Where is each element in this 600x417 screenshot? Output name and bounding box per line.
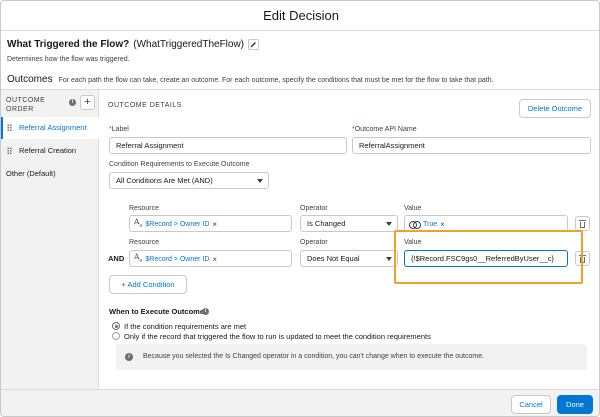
- resource-input[interactable]: Aa $Record > Owner ID ×: [129, 215, 292, 232]
- resource-label: Resource: [129, 239, 159, 246]
- outcome-item-referral-creation[interactable]: Referral Creation: [1, 140, 99, 162]
- notice-text: Because you selected the Is Changed oper…: [143, 353, 485, 360]
- pencil-icon: [250, 42, 256, 48]
- label-field-label: *Label: [109, 126, 129, 133]
- radio-if-met-label: If the condition requirements are met: [124, 322, 247, 331]
- chevron-down-icon: [386, 257, 392, 261]
- outcome-details-heading: OUTCOME DETAILS: [108, 102, 182, 109]
- element-label: What Triggered the Flow?: [7, 39, 130, 50]
- resource-label: Resource: [129, 205, 159, 212]
- element-api-name: (WhatTriggeredTheFlow): [133, 39, 245, 50]
- info-icon[interactable]: i: [202, 308, 209, 315]
- edit-decision-modal: Edit Decision What Triggered the Flow? (…: [0, 0, 600, 417]
- value-label: Value: [404, 205, 422, 212]
- grip-icon[interactable]: [7, 124, 12, 132]
- info-icon: i: [125, 353, 133, 361]
- radio-if-met[interactable]: [112, 322, 120, 330]
- value-highlight-box: [394, 230, 583, 284]
- label-input[interactable]: Referral Assignment: [109, 137, 347, 154]
- info-icon[interactable]: i: [69, 99, 76, 106]
- chevron-down-icon: [386, 222, 392, 226]
- close-icon[interactable]: ×: [212, 217, 217, 232]
- when-execute-heading: When to Execute Outcome: [109, 307, 205, 316]
- add-outcome-button[interactable]: +: [80, 95, 95, 110]
- operator-label: Operator: [300, 239, 328, 246]
- delete-outcome-button[interactable]: Delete Outcome: [519, 99, 591, 118]
- requirements-select[interactable]: All Conditions Are Met (AND): [109, 172, 269, 189]
- outcome-order-heading: OUTCOME ORDER: [6, 97, 46, 113]
- outcome-item-default[interactable]: Other (Default): [1, 163, 99, 185]
- done-button[interactable]: Done: [557, 395, 593, 414]
- api-name-input[interactable]: ReferralAssignment: [352, 137, 591, 154]
- outcomes-header: Outcomes For each path the flow can take…: [7, 74, 494, 85]
- add-icon: +: [84, 96, 91, 108]
- resource-input[interactable]: Aa $Record > Owner ID ×: [129, 250, 292, 267]
- operator-label: Operator: [300, 205, 328, 212]
- outcome-order-panel: OUTCOME ORDER i + Referral Assignment Re…: [1, 89, 99, 389]
- outcomes-heading: Outcomes: [7, 74, 53, 85]
- outcome-item-referral-assignment[interactable]: Referral Assignment: [1, 117, 99, 139]
- info-notice: i Because you selected the Is Changed op…: [116, 344, 587, 370]
- cancel-button[interactable]: Cancel: [511, 395, 551, 414]
- requirements-label: Condition Requirements to Execute Outcom…: [109, 161, 250, 168]
- add-condition-button[interactable]: + Add Condition: [109, 275, 187, 294]
- chevron-down-icon: [257, 179, 263, 183]
- outcomes-subtext: For each path the flow can take, create …: [58, 77, 494, 84]
- element-title-row: What Triggered the Flow? (WhatTriggeredT…: [7, 39, 260, 50]
- delete-condition-button[interactable]: [575, 216, 590, 231]
- text-type-icon: Aa: [134, 217, 143, 229]
- boolean-icon: [409, 220, 421, 229]
- radio-only-if-updated[interactable]: [112, 332, 120, 340]
- modal-title: Edit Decision: [1, 1, 599, 31]
- radio-only-if-updated-label: Only if the record that triggered the fl…: [124, 332, 431, 341]
- operator-select[interactable]: Does Not Equal: [300, 250, 398, 267]
- grip-icon[interactable]: [7, 147, 12, 155]
- and-label: AND: [108, 254, 125, 263]
- modal-footer: Cancel Done: [1, 389, 599, 416]
- element-description: Determines how the flow was triggered.: [7, 56, 130, 63]
- operator-select[interactable]: Is Changed: [300, 215, 398, 232]
- close-icon[interactable]: ×: [212, 252, 217, 267]
- text-type-icon: Aa: [134, 252, 143, 264]
- api-name-field-label: *Outcome API Name: [352, 126, 417, 133]
- edit-properties-button[interactable]: [248, 39, 260, 50]
